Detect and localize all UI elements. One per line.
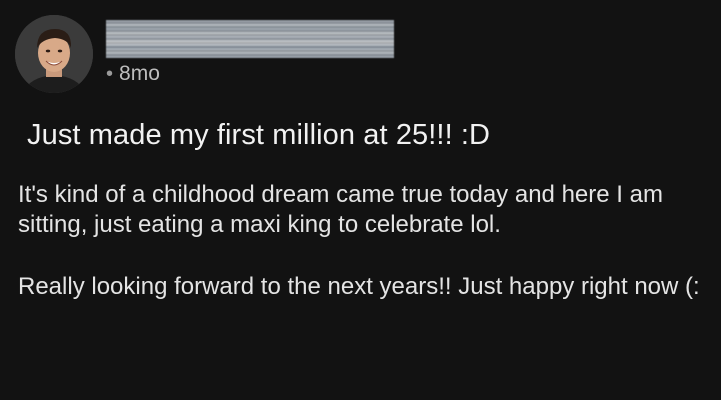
post-meta: • 8mo bbox=[106, 62, 160, 86]
post-paragraph: Really looking forward to the next years… bbox=[18, 273, 700, 300]
post-body: It's kind of a childhood dream came true… bbox=[18, 180, 708, 334]
avatar[interactable] bbox=[15, 15, 93, 93]
post-title: Just made my first million at 25!!! :D bbox=[27, 119, 491, 151]
avatar-image bbox=[15, 15, 93, 93]
post-card: • 8mo Just made my first million at 25!!… bbox=[0, 0, 721, 400]
meta-separator: • bbox=[106, 63, 114, 85]
username-redacted bbox=[106, 20, 394, 58]
post-paragraph: It's kind of a childhood dream came true… bbox=[18, 181, 663, 238]
post-timestamp: 8mo bbox=[119, 62, 160, 85]
